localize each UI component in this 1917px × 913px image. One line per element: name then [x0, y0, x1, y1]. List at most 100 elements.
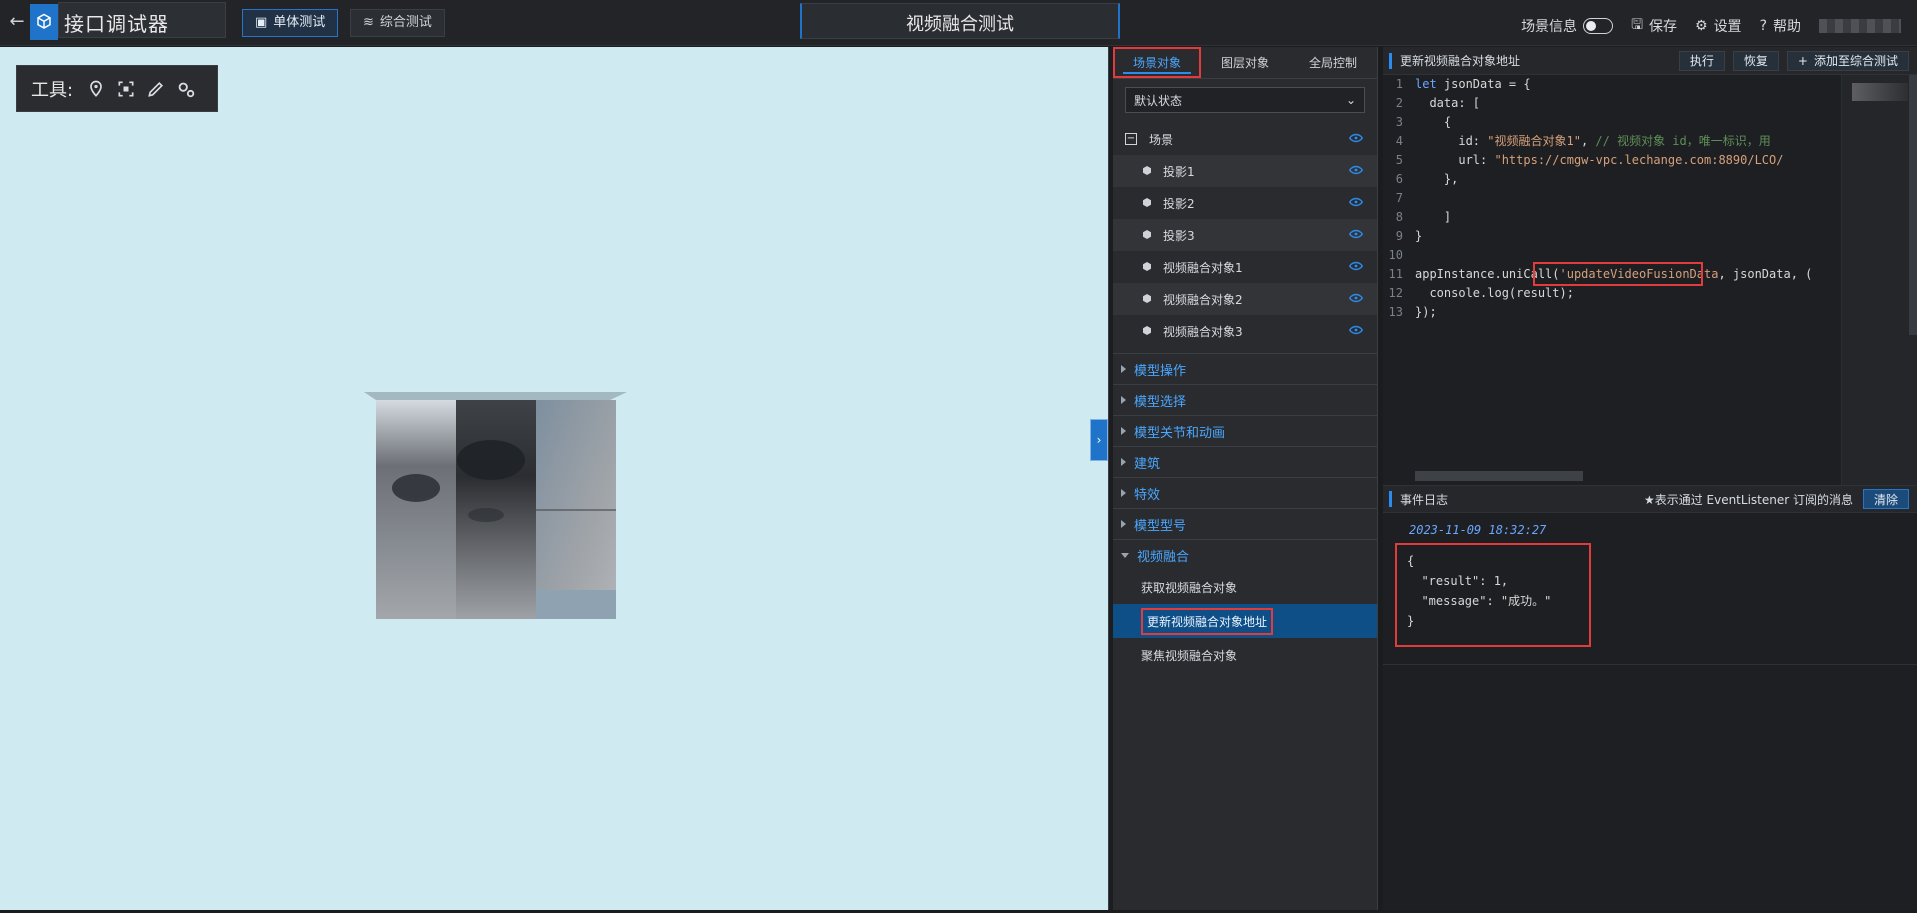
section-building[interactable]: 建筑: [1113, 446, 1377, 477]
code-editor[interactable]: 1 2 3 4 5 6 7 8 9 10 11 12 13 let jsonData = { data:…: [1383, 75, 1917, 485]
tools-panel: 工具:: [16, 65, 218, 112]
minimap-preview: [1852, 83, 1908, 101]
back-arrow-icon[interactable]: ←: [6, 11, 28, 33]
api-item-label: 聚焦视频融合对象: [1141, 648, 1238, 663]
cube-icon: [1143, 262, 1151, 271]
code-token: data: [: [1415, 96, 1481, 110]
tree-item-video-fusion-1[interactable]: 视频融合对象1: [1113, 251, 1377, 283]
tree-item-video-fusion-3[interactable]: 视频融合对象3: [1113, 315, 1377, 347]
caret-right-icon: [1121, 365, 1126, 373]
section-model-joints-animation[interactable]: 模型关节和动画: [1113, 415, 1377, 446]
tree-item-video-fusion-2[interactable]: 视频融合对象2: [1113, 283, 1377, 315]
caret-down-icon: [1121, 552, 1129, 558]
tree-item-projection-1[interactable]: 投影1: [1113, 155, 1377, 187]
section-effects[interactable]: 特效: [1113, 477, 1377, 508]
line-number: 8: [1395, 210, 1403, 224]
add-to-comprehensive-button[interactable]: + 添加至综合测试: [1786, 50, 1909, 71]
event-log-header: 事件日志 ★表示通过 EventListener 订阅的消息 清除: [1383, 485, 1917, 513]
cube-icon: [1143, 198, 1151, 207]
section-model-type[interactable]: 模型型号: [1113, 508, 1377, 539]
log-json-line: "result": 1,: [1407, 574, 1509, 588]
locate-icon[interactable]: [85, 78, 107, 100]
panel-collapse-tab[interactable]: ›: [1090, 419, 1108, 461]
tree-root-label: 场景: [1149, 132, 1174, 147]
accent-bar: [1389, 52, 1392, 69]
gear-icon: ⚙: [1695, 18, 1708, 34]
video-fusion-model[interactable]: [361, 390, 629, 620]
scene-info-label: 场景信息: [1521, 19, 1578, 35]
cube-icon: [1143, 166, 1151, 175]
chevron-down-icon: ⌄: [1345, 93, 1356, 107]
scene-viewport[interactable]: 工具: ›: [0, 47, 1108, 910]
code-token: , jsonData, (: [1718, 267, 1813, 281]
save-button[interactable]: 🖫 保存: [1631, 14, 1677, 38]
eye-icon[interactable]: [1349, 165, 1363, 175]
clear-log-button[interactable]: 清除: [1862, 489, 1909, 509]
code-minimap[interactable]: [1841, 75, 1917, 485]
eye-icon[interactable]: [1349, 133, 1363, 143]
settings-button[interactable]: ⚙ 设置: [1695, 16, 1742, 36]
restore-button[interactable]: 恢复: [1732, 50, 1779, 71]
gears-icon[interactable]: [175, 78, 197, 100]
caret-right-icon: [1121, 427, 1126, 435]
eye-icon[interactable]: [1349, 261, 1363, 271]
log-json-line: }: [1407, 614, 1415, 628]
code-token: "https://cmgw-vpc.lechange.com:8890/LCO/: [1494, 153, 1784, 167]
toggle-switch[interactable]: [1583, 18, 1614, 34]
tree-item-label: 投影1: [1163, 164, 1195, 179]
log-json-line: {: [1407, 554, 1415, 568]
eye-icon[interactable]: [1349, 229, 1363, 239]
line-number: 7: [1395, 191, 1403, 205]
tree-root[interactable]: − 场景: [1113, 123, 1377, 155]
code-token: ]: [1415, 210, 1452, 224]
frame-select-icon[interactable]: [115, 78, 137, 100]
collapse-minus-icon[interactable]: −: [1125, 133, 1137, 145]
code-token: },: [1415, 172, 1459, 186]
tab-global-control[interactable]: 全局控制: [1289, 47, 1377, 78]
code-line: ]: [1415, 208, 1845, 227]
code-and-log-panel: 更新视频融合对象地址 执行 恢复 + 添加至综合测试 1 2 3 4 5 6 7 8 9 10 11…: [1383, 47, 1917, 910]
line-number: 9: [1395, 229, 1403, 243]
eye-icon[interactable]: [1349, 197, 1363, 207]
section-model-operations[interactable]: 模型操作: [1113, 353, 1377, 384]
save-label: 保存: [1649, 19, 1677, 35]
section-label: 模型选择: [1134, 394, 1187, 410]
api-item-focus-video-fusion[interactable]: 聚焦视频融合对象: [1113, 638, 1377, 672]
horizontal-scrollbar[interactable]: [1415, 471, 1583, 481]
code-line: id: "视频融合对象1", // 视频对象 id，唯一标识，用: [1415, 132, 1845, 151]
pen-icon[interactable]: [145, 78, 167, 100]
eye-icon[interactable]: [1349, 293, 1363, 303]
log-json-line: "message": "成功。": [1407, 594, 1552, 608]
method-name-highlight: [1533, 262, 1703, 286]
event-log-title: 事件日志: [1400, 492, 1449, 507]
accent-bar: [1389, 491, 1392, 507]
log-timestamp: 2023-11-09 18:32:27: [1409, 523, 1547, 537]
run-button[interactable]: 执行: [1678, 50, 1725, 71]
minimap-scrollbar[interactable]: [1909, 75, 1917, 335]
comprehensive-test-label: 综合测试: [379, 15, 432, 30]
code-token: jsonData = {: [1443, 77, 1531, 91]
tab-layer-objects[interactable]: 图层对象: [1201, 47, 1289, 78]
caret-right-icon: [1121, 489, 1126, 497]
api-item-update-video-fusion-url[interactable]: 更新视频融合对象地址: [1113, 604, 1377, 638]
log-divider: [1383, 664, 1917, 665]
tree-item-projection-2[interactable]: 投影2: [1113, 187, 1377, 219]
user-avatar-blurred[interactable]: [1819, 19, 1901, 33]
eye-icon[interactable]: [1349, 325, 1363, 335]
tab-scene-objects[interactable]: 场景对象: [1113, 47, 1201, 78]
section-video-fusion[interactable]: 视频融合: [1113, 539, 1377, 570]
comprehensive-test-button[interactable]: ≋ 综合测试: [350, 9, 445, 37]
tree-item-projection-3[interactable]: 投影3: [1113, 219, 1377, 251]
code-token: let: [1415, 77, 1444, 91]
scene-info-toggle[interactable]: 场景信息: [1521, 16, 1614, 36]
section-model-selection[interactable]: 模型选择: [1113, 384, 1377, 415]
caret-right-icon: [1121, 458, 1126, 466]
line-number: 6: [1395, 172, 1403, 186]
code-token: "视频融合对象1": [1487, 134, 1581, 148]
state-select[interactable]: 默认状态 ⌄: [1125, 87, 1365, 113]
single-test-button[interactable]: ▣ 单体测试: [242, 9, 339, 37]
help-button[interactable]: ? 帮助: [1760, 16, 1801, 36]
api-item-get-video-fusion[interactable]: 获取视频融合对象: [1113, 570, 1377, 604]
editor-title: 更新视频融合对象地址: [1400, 54, 1521, 68]
caret-right-icon: [1121, 396, 1126, 404]
